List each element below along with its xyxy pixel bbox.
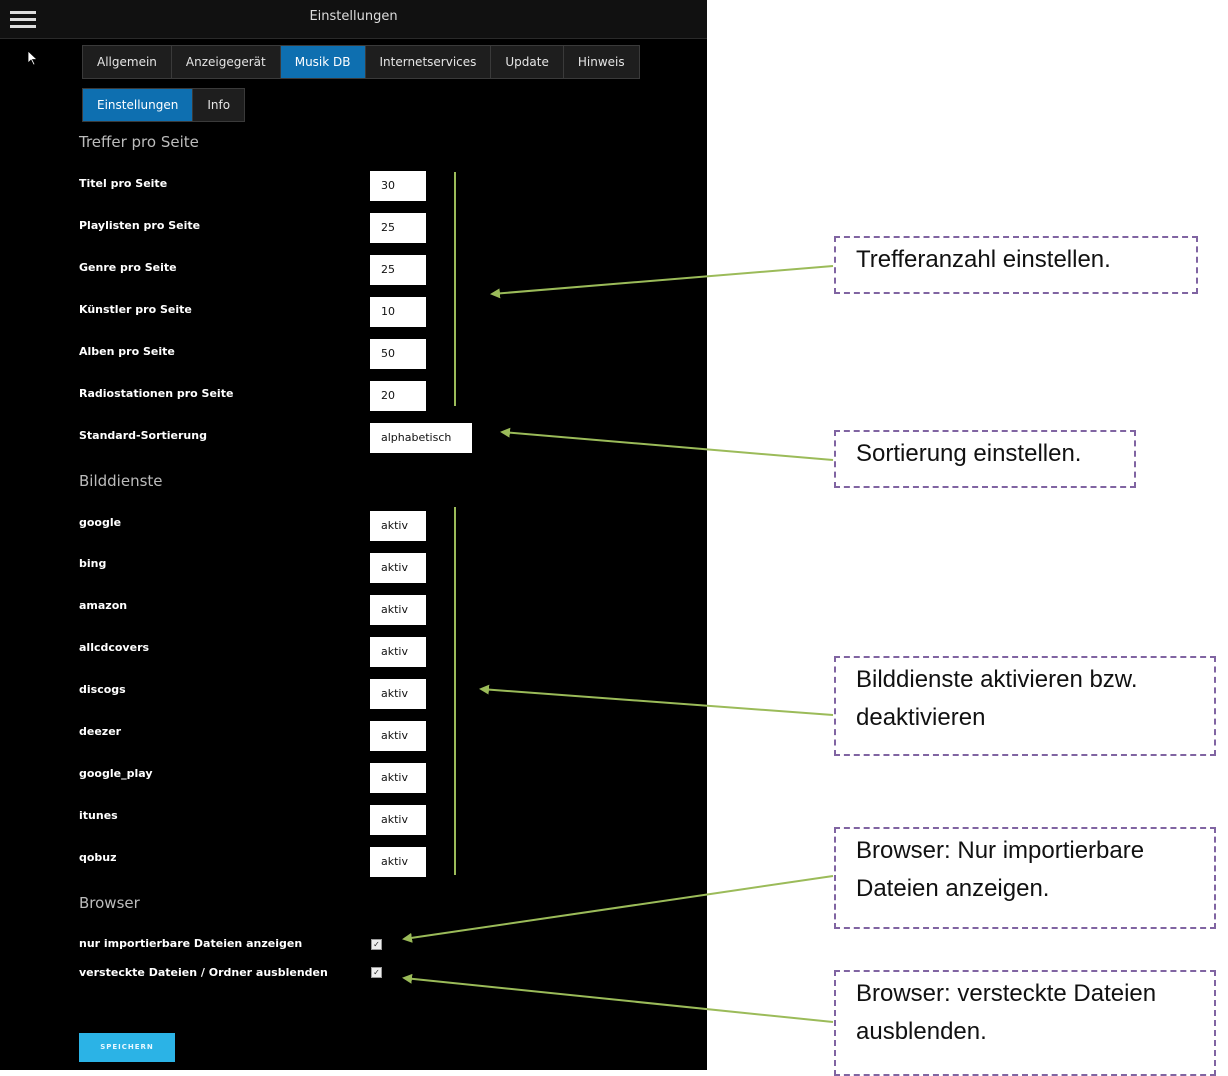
genre-pro-seite-input[interactable]: 25 [370, 255, 426, 285]
callout-browser2: Browser: versteckte Dateien ausblenden. [834, 970, 1216, 1076]
titel-pro-seite-input[interactable]: 30 [370, 171, 426, 201]
discogs-toggle[interactable]: aktiv [370, 679, 426, 709]
playlisten-pro-seite-input[interactable]: 25 [370, 213, 426, 243]
row-label-titel: Titel pro Seite [79, 177, 168, 190]
row-label-amazon: amazon [79, 599, 128, 612]
main-tabs: Allgemein Anzeigegerät Musik DB Internet… [82, 45, 640, 79]
save-button[interactable]: SPEICHERN [79, 1033, 175, 1062]
tab-internetservices[interactable]: Internetservices [365, 46, 492, 78]
row-label-google-play: google_play [79, 767, 153, 780]
callout-bild-line1: Bilddienste aktivieren bzw. [856, 666, 1138, 693]
callout-treffer-text: Trefferanzahl einstellen. [856, 246, 1111, 273]
tab-update[interactable]: Update [491, 46, 564, 78]
callout-browser1-line2: Dateien anzeigen. [856, 875, 1050, 902]
deezer-toggle[interactable]: aktiv [370, 721, 426, 751]
bing-toggle[interactable]: aktiv [370, 553, 426, 583]
row-label-sortierung: Standard-Sortierung [79, 429, 207, 442]
section-treffer-heading: Treffer pro Seite [79, 133, 199, 151]
callout-browser1-line1: Browser: Nur importierbare [856, 837, 1145, 864]
tab-allgemein[interactable]: Allgemein [83, 46, 172, 78]
row-label-bing: bing [79, 557, 107, 570]
standard-sortierung-select[interactable]: alphabetisch [370, 423, 472, 453]
callout-sortierung-text: Sortierung einstellen. [856, 440, 1082, 467]
title-bar: Einstellungen [0, 0, 707, 39]
row-label-kuenstler: Künstler pro Seite [79, 303, 192, 316]
tab-anzeigegeraet[interactable]: Anzeigegerät [171, 46, 281, 78]
subtab-einstellungen[interactable]: Einstellungen [83, 89, 194, 121]
row-label-playlisten: Playlisten pro Seite [79, 219, 201, 232]
callout-browser2-line1: Browser: versteckte Dateien [856, 980, 1157, 1007]
subtab-info[interactable]: Info [193, 89, 245, 121]
row-label-allcdcovers: allcdcovers [79, 641, 150, 654]
row-label-google: google [79, 516, 122, 529]
row-label-deezer: deezer [79, 725, 122, 738]
callout-browser2-line2: ausblenden. [856, 1018, 987, 1045]
qobuz-toggle[interactable]: aktiv [370, 847, 426, 877]
row-label-qobuz: qobuz [79, 851, 117, 864]
importierbare-checkbox[interactable]: ✓ [371, 939, 382, 950]
section-bilddienste-heading: Bilddienste [79, 472, 163, 490]
row-label-alben: Alben pro Seite [79, 345, 175, 358]
mouse-pointer-icon [27, 50, 39, 66]
callout-treffer: Trefferanzahl einstellen. [834, 236, 1198, 294]
amazon-toggle[interactable]: aktiv [370, 595, 426, 625]
callout-sortierung: Sortierung einstellen. [834, 430, 1136, 488]
kuenstler-pro-seite-input[interactable]: 10 [370, 297, 426, 327]
row-label-radiostationen: Radiostationen pro Seite [79, 387, 234, 400]
radiostationen-pro-seite-input[interactable]: 20 [370, 381, 426, 411]
sub-tabs: Einstellungen Info [82, 88, 246, 122]
window-title: Einstellungen [309, 9, 398, 24]
row-label-versteckte: versteckte Dateien / Ordner ausblenden [79, 966, 328, 979]
itunes-toggle[interactable]: aktiv [370, 805, 426, 835]
callout-browser1: Browser: Nur importierbare Dateien anzei… [834, 827, 1216, 929]
row-label-genre: Genre pro Seite [79, 261, 177, 274]
section-browser-heading: Browser [79, 894, 140, 912]
treffer-bracket-line [454, 172, 456, 406]
tab-hinweis[interactable]: Hinweis [563, 46, 639, 78]
row-label-itunes: itunes [79, 809, 118, 822]
alben-pro-seite-input[interactable]: 50 [370, 339, 426, 369]
bild-bracket-line [454, 507, 456, 875]
versteckte-checkbox[interactable]: ✓ [371, 967, 382, 978]
callout-bilddienste: Bilddienste aktivieren bzw. deaktivieren [834, 656, 1216, 756]
row-label-importierbare: nur importierbare Dateien anzeigen [79, 937, 303, 950]
app-window: Einstellungen Allgemein Anzeigegerät Mus… [0, 0, 707, 1070]
google-play-toggle[interactable]: aktiv [370, 763, 426, 793]
google-toggle[interactable]: aktiv [370, 511, 426, 541]
allcdcovers-toggle[interactable]: aktiv [370, 637, 426, 667]
callout-bild-line2: deaktivieren [856, 704, 986, 731]
row-label-discogs: discogs [79, 683, 126, 696]
tab-musik-db[interactable]: Musik DB [280, 46, 366, 78]
